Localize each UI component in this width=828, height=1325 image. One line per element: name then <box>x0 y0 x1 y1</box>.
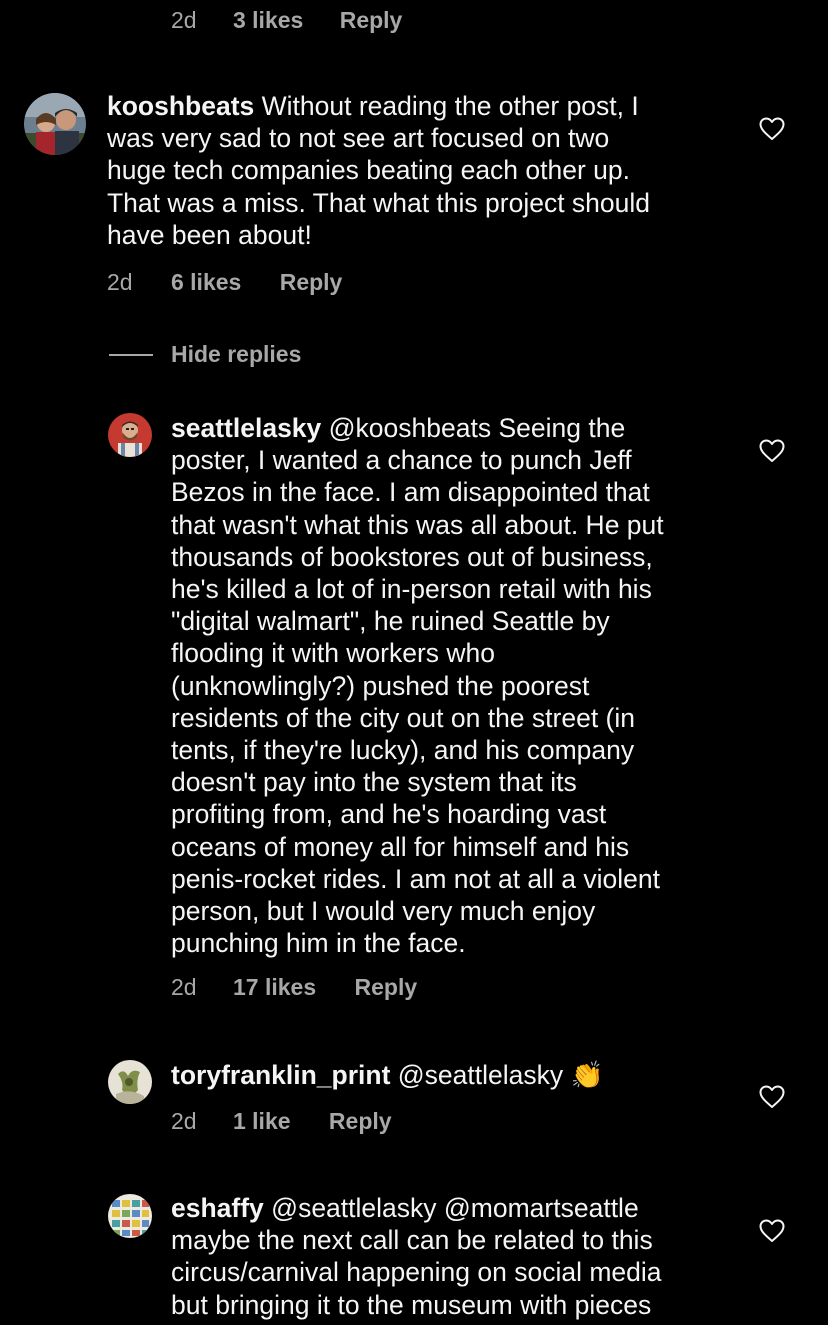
comment-line: Bezos in the face. I am disappointed tha… <box>171 477 650 508</box>
comment-line: huge tech companies beating each other u… <box>107 155 631 186</box>
comment-time: 2d <box>171 974 197 1000</box>
comment-line: flooding it with workers who <box>171 638 496 669</box>
comment-line: but bringing it to the museum with piece… <box>171 1289 652 1320</box>
like-button[interactable] <box>759 439 785 468</box>
comment-line: @seattlelasky @momartseattle <box>271 1193 639 1223</box>
comment-line: maybe the next call can be related to th… <box>171 1225 653 1256</box>
username[interactable]: eshaffy <box>171 1193 264 1223</box>
likes-count[interactable]: 6 likes <box>171 269 241 295</box>
comment-line: poster, I wanted a chance to punch Jeff <box>171 445 632 476</box>
comment-line: tents, if they're lucky), and his compan… <box>171 735 635 766</box>
heart-outline-icon <box>759 1219 785 1242</box>
avatar[interactable] <box>108 413 152 457</box>
reply-button[interactable]: Reply <box>329 1108 392 1134</box>
likes-count[interactable]: 17 likes <box>233 974 316 1000</box>
avatar[interactable] <box>108 1060 152 1104</box>
hide-replies-toggle[interactable]: Hide replies <box>107 340 337 370</box>
likes-count[interactable]: 1 like <box>233 1108 291 1134</box>
comment-line: penis-rocket rides. I am not at all a vi… <box>171 863 661 894</box>
avatar[interactable] <box>108 1194 152 1238</box>
comment-line: have been about! <box>107 219 312 250</box>
reply-meta: 2d 1 like Reply <box>171 1107 392 1135</box>
comment-line: thousands of bookstores out of business, <box>171 541 653 572</box>
comment-line: residents of the city out on the street … <box>171 702 635 733</box>
likes-count[interactable]: 3 likes <box>233 7 303 33</box>
avatar[interactable] <box>24 93 86 155</box>
comment-line: person, but I would very much enjoy <box>171 896 596 927</box>
comment-time: 2d <box>171 1108 197 1134</box>
hide-replies-label: Hide replies <box>171 341 302 367</box>
avatar-photo <box>24 93 86 155</box>
like-button[interactable] <box>759 1219 785 1248</box>
comment-line: circus/carnival happening on social medi… <box>171 1257 662 1288</box>
username[interactable]: seattlelasky <box>171 413 321 443</box>
divider-line <box>109 354 153 356</box>
reply-button[interactable]: Reply <box>340 7 403 33</box>
comment-body: kooshbeats Without reading the other pos… <box>107 90 650 251</box>
like-button[interactable] <box>759 117 785 146</box>
comment-line: punching him in the face. <box>171 928 466 959</box>
reply-meta: 2d 17 likes Reply <box>171 973 417 1001</box>
avatar-photo <box>108 413 152 457</box>
reply-body: toryfranklin_print @seattlelasky 👏 <box>171 1059 603 1091</box>
comment-line: profiting from, and he's hoarding vast <box>171 799 607 830</box>
username[interactable]: kooshbeats <box>107 91 254 121</box>
reply-button[interactable]: Reply <box>280 269 343 295</box>
heart-outline-icon <box>759 439 785 462</box>
comment-time: 2d <box>107 269 133 295</box>
comment-meta: 2d 6 likes Reply <box>107 268 342 296</box>
comment-line: that wasn't what this was all about. He … <box>171 509 664 540</box>
comment-line: oceans of money all for himself and his <box>171 831 630 862</box>
comment-line: Without reading the other post, I <box>261 91 639 121</box>
heart-outline-icon <box>759 117 785 140</box>
comment-line: he's killed a lot of in-person retail wi… <box>171 574 652 605</box>
comment-line: @kooshbeats Seeing the <box>328 413 626 443</box>
comment-line: "digital walmart", he ruined Seattle by <box>171 606 610 637</box>
avatar-photo <box>108 1194 152 1238</box>
comment-line: doesn't pay into the system that its <box>171 767 577 798</box>
username[interactable]: toryfranklin_print <box>171 1060 390 1090</box>
comment-line: was very sad to not see art focused on t… <box>107 123 610 154</box>
reply-button[interactable]: Reply <box>355 974 418 1000</box>
heart-outline-icon <box>759 1085 785 1108</box>
top-comment-meta: 2d 3 likes Reply <box>171 6 402 34</box>
reply-body: seattlelasky @kooshbeats Seeing the post… <box>171 412 664 959</box>
comment-line: That was a miss. That what this project … <box>107 187 651 218</box>
avatar-photo <box>108 1060 152 1104</box>
comment-time: 2d <box>171 7 197 33</box>
like-button[interactable] <box>759 1085 785 1114</box>
comment-line: @seattlelasky 👏 <box>397 1060 604 1090</box>
reply-body: eshaffy @seattlelasky @momartseattle may… <box>171 1192 662 1321</box>
comment-line: (unknowlingly?) pushed the poorest <box>171 670 590 701</box>
